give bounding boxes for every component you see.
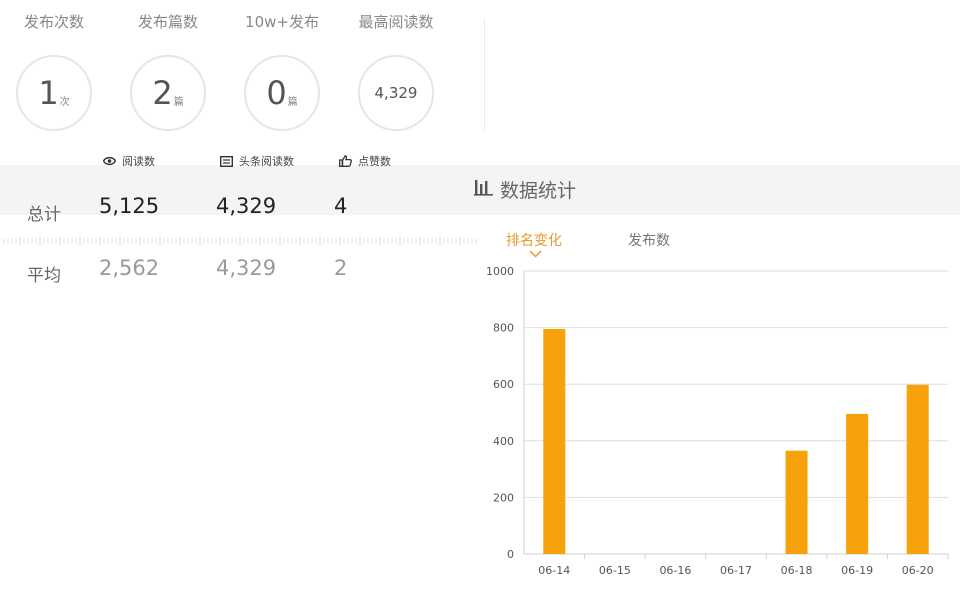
stat-value: 1 <box>38 77 58 109</box>
x-tick-label: 06-18 <box>781 564 813 577</box>
metric-header-likes: 点赞数 <box>339 153 391 169</box>
panel-title: 数据统计 <box>474 176 576 203</box>
stat-value: 2 <box>152 77 172 109</box>
metric-header-label: 阅读数 <box>122 153 155 169</box>
stat-circle: 0篇 <box>244 55 320 131</box>
thumbs-up-icon <box>339 155 352 167</box>
stat-value: 4,329 <box>375 86 418 101</box>
total-reads: 5,125 <box>99 194 159 218</box>
stat-value: 0 <box>266 77 286 109</box>
y-tick-label: 0 <box>507 548 514 561</box>
x-tick-label: 06-17 <box>720 564 752 577</box>
tab-rank-change[interactable]: 排名变化 <box>506 230 562 250</box>
bar <box>543 329 565 554</box>
bar <box>846 414 868 554</box>
stat-unit: 次 <box>60 93 70 108</box>
y-tick-label: 400 <box>493 435 514 448</box>
chevron-down-icon <box>529 250 542 258</box>
stat-circle: 2篇 <box>130 55 206 131</box>
bar-chart-icon <box>474 178 494 201</box>
stat-unit: 篇 <box>288 93 298 108</box>
newspaper-icon <box>220 156 233 167</box>
x-tick-label: 06-19 <box>841 564 873 577</box>
stat-label: 发布次数 <box>0 11 114 32</box>
tab-publish-count[interactable]: 发布数 <box>628 230 670 250</box>
stat-circle: 1次 <box>16 55 92 131</box>
average-likes: 2 <box>334 256 347 280</box>
average-label: 平均 <box>27 261 61 286</box>
x-tick-label: 06-16 <box>659 564 691 577</box>
x-tick-label: 06-14 <box>538 564 570 577</box>
bar <box>907 385 929 554</box>
x-tick-label: 06-20 <box>902 564 934 577</box>
eye-icon <box>103 156 116 166</box>
y-tick-label: 600 <box>493 378 514 391</box>
total-label: 总计 <box>27 200 61 225</box>
total-headline-reads: 4,329 <box>216 194 276 218</box>
y-tick-label: 800 <box>493 322 514 335</box>
average-headline-reads: 4,329 <box>216 256 276 280</box>
bar-chart: 0 200 400 600 800 1000 06-14 06-15 06-16 06-17 06-… <box>478 258 960 590</box>
bar <box>786 451 808 554</box>
metric-header-label: 点赞数 <box>358 153 391 169</box>
stat-unit: 篇 <box>174 93 184 108</box>
x-tick-label: 06-15 <box>599 564 631 577</box>
y-tick-label: 200 <box>493 491 514 504</box>
stat-label: 最高阅读数 <box>336 11 456 32</box>
vertical-divider <box>484 18 485 130</box>
metric-header-reads: 阅读数 <box>103 153 155 169</box>
metric-header-label: 头条阅读数 <box>239 153 294 169</box>
y-tick-label: 1000 <box>486 265 514 278</box>
total-likes: 4 <box>334 194 347 218</box>
panel-title-text: 数据统计 <box>500 176 576 203</box>
stat-label: 发布篇数 <box>108 11 228 32</box>
metric-header-headline-reads: 头条阅读数 <box>220 153 294 169</box>
stat-label: 10w+发布 <box>222 11 342 32</box>
average-reads: 2,562 <box>99 256 159 280</box>
stat-circle: 4,329 <box>358 55 434 131</box>
ruler-divider <box>0 231 478 251</box>
